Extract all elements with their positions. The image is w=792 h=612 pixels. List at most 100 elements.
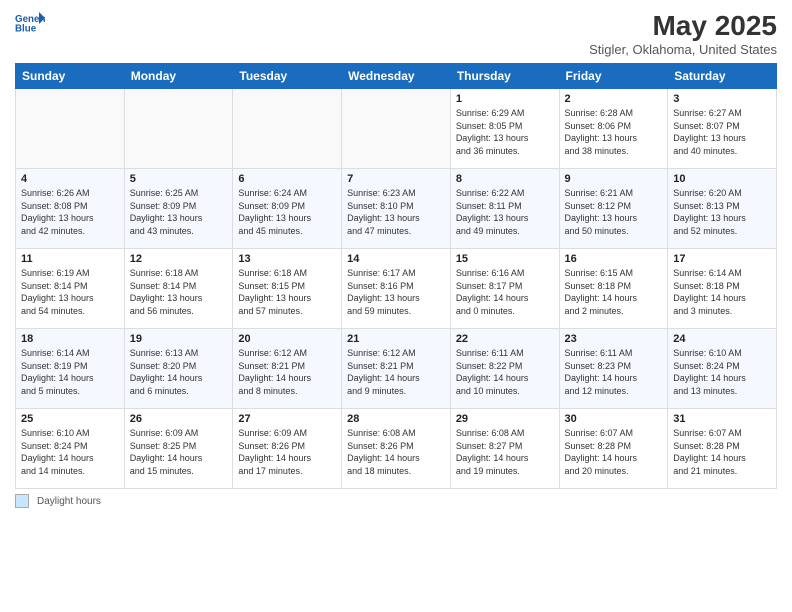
day-number: 12 bbox=[130, 253, 228, 265]
table-row: 21 Sunrise: 6:12 AM Sunset: 8:21 PM Dayli… bbox=[342, 329, 451, 409]
day-info: Sunrise: 6:09 AM Sunset: 8:25 PM Dayligh… bbox=[130, 427, 228, 477]
day-number: 20 bbox=[238, 333, 336, 345]
table-row: 9Sunrise: 6:21 AM Sunset: 8:12 PM Daylig… bbox=[559, 169, 668, 249]
col-tuesday: Tuesday bbox=[233, 64, 342, 89]
day-info: Sunrise: 6:07 AM Sunset: 8:28 PM Dayligh… bbox=[673, 427, 771, 477]
header: General Blue May 2025 Stigler, Oklahoma,… bbox=[15, 10, 777, 57]
day-number: 15 bbox=[456, 253, 554, 265]
day-info: Sunrise: 6:28 AM Sunset: 8:06 PM Dayligh… bbox=[565, 107, 663, 157]
day-number: 22 bbox=[456, 333, 554, 345]
table-row: 27 Sunrise: 6:09 AM Sunset: 8:26 PM Dayli… bbox=[233, 409, 342, 489]
day-number: 7 bbox=[347, 173, 445, 185]
day-number: 27 bbox=[238, 413, 336, 425]
day-info: Sunrise: 6:15 AM Sunset: 8:18 PM Dayligh… bbox=[565, 267, 663, 317]
day-number: 13 bbox=[238, 253, 336, 265]
table-row: 22 Sunrise: 6:11 AM Sunset: 8:22 PM Dayli… bbox=[450, 329, 559, 409]
day-info: Sunrise: 6:12 AM Sunset: 8:21 PM Dayligh… bbox=[347, 347, 445, 397]
calendar-week-5: 25 Sunrise: 6:10 AM Sunset: 8:24 PM Dayli… bbox=[16, 409, 777, 489]
table-row: 29Sunrise: 6:08 AM Sunset: 8:27 PM Dayli… bbox=[450, 409, 559, 489]
day-info: Sunrise: 6:25 AM Sunset: 8:09 PM Dayligh… bbox=[130, 187, 228, 237]
day-number: 4 bbox=[21, 173, 119, 185]
table-row: 3Sunrise: 6:27 AM Sunset: 8:07 PM Daylig… bbox=[668, 89, 777, 169]
col-wednesday: Wednesday bbox=[342, 64, 451, 89]
day-info: Sunrise: 6:13 AM Sunset: 8:20 PM Dayligh… bbox=[130, 347, 228, 397]
col-monday: Monday bbox=[124, 64, 233, 89]
day-number: 16 bbox=[565, 253, 663, 265]
day-number: 6 bbox=[238, 173, 336, 185]
day-info: Sunrise: 6:07 AM Sunset: 8:28 PM Dayligh… bbox=[565, 427, 663, 477]
day-info: Sunrise: 6:08 AM Sunset: 8:26 PM Dayligh… bbox=[347, 427, 445, 477]
table-row: 31 Sunrise: 6:07 AM Sunset: 8:28 PM Dayli… bbox=[668, 409, 777, 489]
table-row: 26 Sunrise: 6:09 AM Sunset: 8:25 PM Dayli… bbox=[124, 409, 233, 489]
page: General Blue May 2025 Stigler, Oklahoma,… bbox=[0, 0, 792, 612]
day-info: Sunrise: 6:18 AM Sunset: 8:14 PM Dayligh… bbox=[130, 267, 228, 317]
day-number: 30 bbox=[565, 413, 663, 425]
day-number: 19 bbox=[130, 333, 228, 345]
day-info: Sunrise: 6:18 AM Sunset: 8:15 PM Dayligh… bbox=[238, 267, 336, 317]
table-row bbox=[16, 89, 125, 169]
calendar-week-4: 18 Sunrise: 6:14 AM Sunset: 8:19 PM Dayli… bbox=[16, 329, 777, 409]
day-info: Sunrise: 6:12 AM Sunset: 8:21 PM Dayligh… bbox=[238, 347, 336, 397]
table-row bbox=[124, 89, 233, 169]
table-row: 7 Sunrise: 6:23 AM Sunset: 8:10 PM Daylig… bbox=[342, 169, 451, 249]
table-row: 23 Sunrise: 6:11 AM Sunset: 8:23 PM Dayli… bbox=[559, 329, 668, 409]
table-row: 30 Sunrise: 6:07 AM Sunset: 8:28 PM Dayli… bbox=[559, 409, 668, 489]
calendar-table: Sunday Monday Tuesday Wednesday Thursday… bbox=[15, 63, 777, 489]
table-row: 6 Sunrise: 6:24 AM Sunset: 8:09 PM Daylig… bbox=[233, 169, 342, 249]
table-row bbox=[342, 89, 451, 169]
day-number: 18 bbox=[21, 333, 119, 345]
calendar-week-1: 1 Sunrise: 6:29 AM Sunset: 8:05 PM Daylig… bbox=[16, 89, 777, 169]
table-row: 18 Sunrise: 6:14 AM Sunset: 8:19 PM Dayli… bbox=[16, 329, 125, 409]
subtitle: Stigler, Oklahoma, United States bbox=[589, 42, 777, 57]
table-row: 2 Sunrise: 6:28 AM Sunset: 8:06 PM Daylig… bbox=[559, 89, 668, 169]
table-row: 28Sunrise: 6:08 AM Sunset: 8:26 PM Dayli… bbox=[342, 409, 451, 489]
main-title: May 2025 bbox=[589, 10, 777, 42]
day-number: 21 bbox=[347, 333, 445, 345]
day-info: Sunrise: 6:14 AM Sunset: 8:19 PM Dayligh… bbox=[21, 347, 119, 397]
day-info: Sunrise: 6:24 AM Sunset: 8:09 PM Dayligh… bbox=[238, 187, 336, 237]
day-info: Sunrise: 6:27 AM Sunset: 8:07 PM Dayligh… bbox=[673, 107, 771, 157]
day-info: Sunrise: 6:11 AM Sunset: 8:22 PM Dayligh… bbox=[456, 347, 554, 397]
table-row: 5Sunrise: 6:25 AM Sunset: 8:09 PM Daylig… bbox=[124, 169, 233, 249]
table-row: 17Sunrise: 6:14 AM Sunset: 8:18 PM Dayli… bbox=[668, 249, 777, 329]
day-number: 23 bbox=[565, 333, 663, 345]
day-info: Sunrise: 6:19 AM Sunset: 8:14 PM Dayligh… bbox=[21, 267, 119, 317]
day-info: Sunrise: 6:09 AM Sunset: 8:26 PM Dayligh… bbox=[238, 427, 336, 477]
table-row: 10Sunrise: 6:20 AM Sunset: 8:13 PM Dayli… bbox=[668, 169, 777, 249]
day-number: 25 bbox=[21, 413, 119, 425]
col-friday: Friday bbox=[559, 64, 668, 89]
day-info: Sunrise: 6:23 AM Sunset: 8:10 PM Dayligh… bbox=[347, 187, 445, 237]
day-info: Sunrise: 6:16 AM Sunset: 8:17 PM Dayligh… bbox=[456, 267, 554, 317]
table-row: 12 Sunrise: 6:18 AM Sunset: 8:14 PM Dayli… bbox=[124, 249, 233, 329]
day-info: Sunrise: 6:17 AM Sunset: 8:16 PM Dayligh… bbox=[347, 267, 445, 317]
day-number: 1 bbox=[456, 93, 554, 105]
logo-icon: General Blue bbox=[15, 10, 45, 38]
day-info: Sunrise: 6:11 AM Sunset: 8:23 PM Dayligh… bbox=[565, 347, 663, 397]
day-info: Sunrise: 6:14 AM Sunset: 8:18 PM Dayligh… bbox=[673, 267, 771, 317]
day-number: 14 bbox=[347, 253, 445, 265]
day-number: 11 bbox=[21, 253, 119, 265]
daylight-box bbox=[15, 494, 29, 508]
svg-text:Blue: Blue bbox=[15, 24, 37, 35]
day-number: 26 bbox=[130, 413, 228, 425]
col-sunday: Sunday bbox=[16, 64, 125, 89]
day-info: Sunrise: 6:08 AM Sunset: 8:27 PM Dayligh… bbox=[456, 427, 554, 477]
table-row: 1 Sunrise: 6:29 AM Sunset: 8:05 PM Daylig… bbox=[450, 89, 559, 169]
day-info: Sunrise: 6:10 AM Sunset: 8:24 PM Dayligh… bbox=[673, 347, 771, 397]
day-info: Sunrise: 6:10 AM Sunset: 8:24 PM Dayligh… bbox=[21, 427, 119, 477]
table-row: 24Sunrise: 6:10 AM Sunset: 8:24 PM Dayli… bbox=[668, 329, 777, 409]
col-thursday: Thursday bbox=[450, 64, 559, 89]
day-number: 31 bbox=[673, 413, 771, 425]
day-info: Sunrise: 6:26 AM Sunset: 8:08 PM Dayligh… bbox=[21, 187, 119, 237]
table-row: 25 Sunrise: 6:10 AM Sunset: 8:24 PM Dayli… bbox=[16, 409, 125, 489]
day-info: Sunrise: 6:29 AM Sunset: 8:05 PM Dayligh… bbox=[456, 107, 554, 157]
day-number: 2 bbox=[565, 93, 663, 105]
day-number: 10 bbox=[673, 173, 771, 185]
table-row: 8 Sunrise: 6:22 AM Sunset: 8:11 PM Daylig… bbox=[450, 169, 559, 249]
col-saturday: Saturday bbox=[668, 64, 777, 89]
day-number: 8 bbox=[456, 173, 554, 185]
day-info: Sunrise: 6:22 AM Sunset: 8:11 PM Dayligh… bbox=[456, 187, 554, 237]
calendar-week-2: 4 Sunrise: 6:26 AM Sunset: 8:08 PM Daylig… bbox=[16, 169, 777, 249]
calendar-week-3: 11 Sunrise: 6:19 AM Sunset: 8:14 PM Dayli… bbox=[16, 249, 777, 329]
daylight-label: Daylight hours bbox=[37, 496, 101, 507]
